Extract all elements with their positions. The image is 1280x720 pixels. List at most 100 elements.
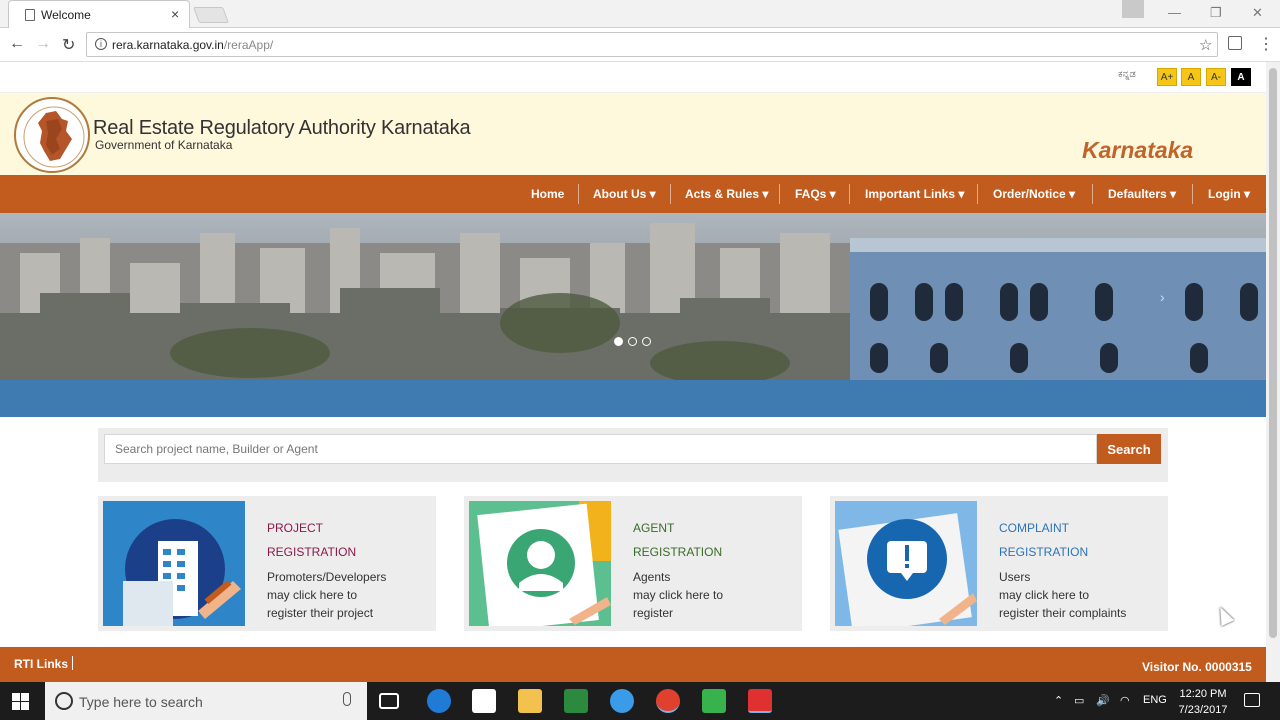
- card-title-line: PROJECT: [267, 521, 324, 535]
- agent-registration-card[interactable]: AGENT REGISTRATION Agents may click here…: [464, 496, 802, 631]
- file-explorer-icon[interactable]: [518, 689, 542, 713]
- nav-divider: [849, 184, 850, 204]
- network-icon[interactable]: ▭: [1074, 694, 1084, 707]
- bookmark-star-icon[interactable]: ☆: [1199, 36, 1212, 54]
- browser-menu-icon[interactable]: ⋮: [1258, 34, 1274, 54]
- nav-order-notice[interactable]: Order/Notice ▾: [993, 187, 1075, 201]
- card-desc-line: Promoters/Developers: [267, 570, 387, 584]
- carousel-indicator-1[interactable]: [614, 337, 623, 346]
- nav-defaulters[interactable]: Defaulters ▾: [1108, 187, 1176, 201]
- nav-divider: [1092, 184, 1093, 204]
- search-input[interactable]: [104, 434, 1097, 464]
- card-desc-line: may click here to: [999, 588, 1090, 602]
- window-close-icon[interactable]: ✕: [1252, 5, 1263, 21]
- card-title-line: REGISTRATION: [999, 545, 1089, 559]
- nav-faqs[interactable]: FAQs ▾: [795, 187, 836, 201]
- project-registration-card[interactable]: PROJECT REGISTRATION Promoters/Developer…: [98, 496, 436, 631]
- carousel-next-icon[interactable]: ›: [1160, 289, 1165, 305]
- browser-tab[interactable]: Welcome ×: [8, 0, 190, 28]
- font-normal-button[interactable]: A: [1181, 68, 1201, 86]
- card-title: COMPLAINT REGISTRATION: [999, 516, 1159, 564]
- blue-band: [0, 380, 1266, 417]
- url-host: rera.karnataka.gov.in: [112, 38, 224, 52]
- windows-start-icon[interactable]: [12, 693, 30, 710]
- card-title-line: REGISTRATION: [633, 545, 723, 559]
- font-increase-button[interactable]: A+: [1157, 68, 1177, 86]
- card-desc-line: register their project: [267, 606, 374, 620]
- page-scrollbar[interactable]: [1266, 62, 1280, 682]
- excel-icon[interactable]: [564, 689, 588, 713]
- input-language[interactable]: ENG: [1143, 694, 1167, 706]
- rti-links[interactable]: RTI Links: [14, 657, 68, 671]
- task-view-icon[interactable]: [379, 693, 399, 709]
- main-nav: Home About Us ▾ Acts & Rules ▾ FAQs ▾ Im…: [0, 175, 1266, 213]
- site-header: Real Estate Regulatory Authority Karnata…: [0, 93, 1266, 175]
- url-text: rera.karnataka.gov.in/reraApp/: [112, 38, 273, 52]
- hero-carousel[interactable]: ›: [0, 213, 1266, 380]
- page-icon: [25, 9, 35, 21]
- card-desc-line: may click here to: [267, 588, 358, 602]
- volume-icon[interactable]: 🔊: [1096, 694, 1110, 707]
- carousel-indicator-2[interactable]: [628, 337, 637, 346]
- card-desc-line: Agents: [633, 570, 671, 584]
- web-page: ಕನ್ನಡ A+ A A- A Real Estate Regulatory A…: [0, 62, 1266, 682]
- card-title-line: REGISTRATION: [267, 545, 357, 559]
- user-profile-icon[interactable]: [1122, 0, 1144, 18]
- action-center-icon[interactable]: [1244, 693, 1260, 707]
- org-title: Real Estate Regulatory Authority Karnata…: [93, 117, 471, 139]
- high-contrast-button[interactable]: A: [1231, 68, 1251, 86]
- system-clock[interactable]: 12:20 PM 7/23/2017: [1172, 686, 1234, 718]
- minimize-icon[interactable]: —: [1168, 5, 1181, 20]
- card-description: Promoters/Developers may click here to r…: [267, 568, 432, 622]
- address-bar[interactable]: i rera.karnataka.gov.in/reraApp/ ☆: [86, 32, 1218, 57]
- site-footer: RTI Links Visitor No. 0000315: [0, 647, 1266, 682]
- internet-explorer-icon[interactable]: [610, 689, 634, 713]
- nav-divider: [670, 184, 671, 204]
- nav-about-us[interactable]: About Us ▾: [593, 187, 656, 201]
- edge-browser-icon[interactable]: [427, 689, 451, 713]
- language-toggle-link[interactable]: ಕನ್ನಡ: [1118, 69, 1136, 80]
- chrome-icon[interactable]: [656, 689, 680, 713]
- nav-divider: [1192, 184, 1193, 204]
- complaint-registration-card[interactable]: COMPLAINT REGISTRATION Users may click h…: [830, 496, 1168, 631]
- reload-icon[interactable]: ↻: [62, 35, 75, 55]
- info-icon[interactable]: i: [95, 38, 107, 50]
- back-icon[interactable]: ←: [9, 35, 25, 53]
- nav-acts-rules[interactable]: Acts & Rules ▾: [685, 187, 768, 201]
- mouse-cursor-icon: [1213, 603, 1235, 627]
- card-title-line: AGENT: [633, 521, 675, 535]
- nav-login[interactable]: Login ▾: [1208, 187, 1250, 201]
- wifi-icon[interactable]: ◠: [1120, 694, 1130, 707]
- visitor-counter: Visitor No. 0000315: [1142, 660, 1252, 674]
- scrollbar-thumb[interactable]: [1269, 68, 1277, 638]
- card-desc-line: register: [633, 606, 674, 620]
- windows-taskbar: Type here to search ⌃ ▭ 🔊 ◠ ENG 12:20 PM…: [0, 682, 1280, 720]
- search-button[interactable]: Search: [1097, 434, 1161, 464]
- new-tab-button[interactable]: [193, 7, 229, 23]
- browser-tab-bar: Welcome × — ❐ ✕: [0, 0, 1280, 28]
- forward-icon[interactable]: →: [35, 35, 51, 53]
- url-path: /reraApp/: [223, 38, 274, 52]
- rera-emblem-logo[interactable]: [14, 97, 90, 173]
- search-panel: Search: [98, 428, 1168, 482]
- extension-icon[interactable]: [1228, 36, 1242, 50]
- tab-title: Welcome: [41, 8, 91, 22]
- tray-chevron-icon[interactable]: ⌃: [1054, 694, 1063, 707]
- tab-close-icon[interactable]: ×: [171, 6, 179, 22]
- nav-important-links[interactable]: Important Links ▾: [865, 187, 964, 201]
- carousel-indicator-3[interactable]: [642, 337, 651, 346]
- camtasia-green-icon[interactable]: [702, 689, 726, 713]
- camtasia-recorder-icon[interactable]: [748, 689, 772, 713]
- restore-icon[interactable]: ❐: [1210, 5, 1222, 21]
- card-desc-line: may click here to: [633, 588, 724, 602]
- accessibility-strip: ಕನ್ನಡ A+ A A- A: [0, 62, 1266, 93]
- org-subtitle: Government of Karnataka: [95, 138, 233, 152]
- store-icon[interactable]: [472, 689, 496, 713]
- state-name: Karnataka: [1082, 137, 1194, 163]
- nav-home[interactable]: Home: [531, 187, 564, 201]
- taskbar-search-box[interactable]: Type here to search: [45, 682, 367, 720]
- clock-date: 7/23/2017: [1178, 704, 1228, 716]
- font-decrease-button[interactable]: A-: [1206, 68, 1226, 86]
- nav-divider: [578, 184, 579, 204]
- microphone-icon[interactable]: [343, 692, 351, 706]
